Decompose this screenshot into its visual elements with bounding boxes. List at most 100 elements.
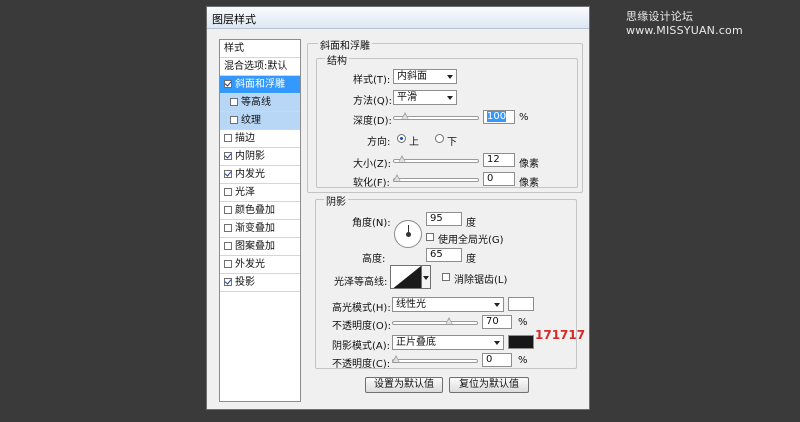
angle-dial[interactable] bbox=[394, 220, 422, 248]
size-unit: 像素 bbox=[519, 159, 539, 170]
slider-thumb[interactable] bbox=[393, 174, 401, 182]
style-item-bevel-emboss[interactable]: 斜面和浮雕 bbox=[220, 76, 300, 94]
blending-options-item[interactable]: 混合选项:默认 bbox=[220, 58, 300, 76]
highlight-mode-select[interactable]: 线性光 bbox=[392, 297, 504, 312]
highlight-opacity-slider[interactable] bbox=[392, 317, 478, 325]
size-label: 大小(Z): bbox=[353, 159, 392, 170]
soften-unit: 像素 bbox=[519, 178, 539, 189]
style-item-outer-glow[interactable]: 外发光 bbox=[220, 256, 300, 274]
checkbox[interactable] bbox=[224, 152, 232, 160]
checkbox[interactable] bbox=[230, 98, 238, 106]
dial-center bbox=[406, 232, 411, 237]
reset-default-button[interactable]: 复位为默认值 bbox=[449, 377, 529, 393]
altitude-unit: 度 bbox=[466, 254, 476, 265]
chevron-down-icon bbox=[494, 341, 500, 345]
layer-style-dialog: 图层样式 样式 混合选项:默认 斜面和浮雕 等高线 纹理 描边 内阴影 内发光 … bbox=[206, 6, 590, 410]
angle-unit: 度 bbox=[466, 218, 476, 229]
style-item-pattern-overlay[interactable]: 图案叠加 bbox=[220, 238, 300, 256]
technique-label: 方法(Q): bbox=[353, 96, 393, 107]
gloss-contour-dropdown[interactable] bbox=[422, 265, 431, 289]
antialias-checkbox[interactable] bbox=[442, 273, 450, 281]
color-annotation: 171717 bbox=[535, 328, 586, 342]
structure-group: 结构 样式(T): 内斜面 方法(Q): 平滑 深度(D): 100 % 方向:… bbox=[316, 52, 578, 189]
angle-value: 95 bbox=[430, 213, 443, 224]
style-item-inner-shadow[interactable]: 内阴影 bbox=[220, 148, 300, 166]
style-label: 样式(T): bbox=[353, 75, 391, 86]
style-item-contour[interactable]: 等高线 bbox=[220, 94, 300, 112]
style-item-satin[interactable]: 光泽 bbox=[220, 184, 300, 202]
depth-unit: % bbox=[519, 112, 529, 123]
styles-list: 样式 混合选项:默认 斜面和浮雕 等高线 纹理 描边 内阴影 内发光 光泽 颜色… bbox=[219, 39, 301, 402]
slider-thumb[interactable] bbox=[445, 317, 453, 325]
shadow-opacity-label: 不透明度(C): bbox=[332, 359, 391, 370]
size-value: 12 bbox=[487, 154, 500, 165]
depth-value: 100 bbox=[487, 111, 507, 122]
style-item-label: 外发光 bbox=[235, 259, 265, 270]
technique-select[interactable]: 平滑 bbox=[393, 90, 457, 105]
contour-curve-icon bbox=[393, 266, 421, 288]
soften-slider[interactable] bbox=[393, 174, 479, 182]
dialog-title: 图层样式 bbox=[212, 13, 256, 26]
checkbox[interactable] bbox=[224, 206, 232, 214]
make-default-button[interactable]: 设置为默认值 bbox=[365, 377, 443, 393]
highlight-color-swatch[interactable] bbox=[508, 297, 534, 311]
size-slider[interactable] bbox=[393, 155, 479, 163]
checkbox[interactable] bbox=[224, 134, 232, 142]
soften-value: 0 bbox=[487, 173, 494, 184]
slider-thumb[interactable] bbox=[398, 155, 406, 163]
shadow-color-swatch[interactable] bbox=[508, 335, 534, 349]
bevel-style-select[interactable]: 内斜面 bbox=[393, 69, 457, 84]
shadow-mode-label: 阴影模式(A): bbox=[332, 341, 391, 352]
bevel-emboss-group: 斜面和浮雕 结构 样式(T): 内斜面 方法(Q): 平滑 深度(D): 100… bbox=[307, 37, 583, 193]
depth-slider[interactable] bbox=[393, 112, 479, 120]
size-input[interactable]: 12 bbox=[483, 153, 515, 167]
direction-label: 方向: bbox=[367, 137, 391, 148]
shading-title: 阴影 bbox=[324, 193, 348, 208]
watermark: 思缘设计论坛 www.MISSYUAN.com bbox=[626, 10, 743, 37]
gloss-contour-preview[interactable] bbox=[390, 265, 422, 289]
checkbox[interactable] bbox=[224, 242, 232, 250]
soften-label: 软化(F): bbox=[353, 178, 390, 189]
shadow-opacity-input[interactable]: 0 bbox=[482, 353, 512, 367]
altitude-input[interactable]: 65 bbox=[426, 248, 462, 262]
global-light-label: 使用全局光(G) bbox=[438, 235, 504, 246]
style-item-texture[interactable]: 纹理 bbox=[220, 112, 300, 130]
technique-value: 平滑 bbox=[397, 92, 417, 103]
checkbox[interactable] bbox=[230, 116, 238, 124]
style-item-inner-glow[interactable]: 内发光 bbox=[220, 166, 300, 184]
checkbox[interactable] bbox=[224, 260, 232, 268]
slider-thumb[interactable] bbox=[401, 112, 409, 120]
depth-input[interactable]: 100 bbox=[483, 110, 515, 124]
style-item-label: 内阴影 bbox=[235, 151, 265, 162]
style-item-label: 内发光 bbox=[235, 169, 265, 180]
style-item-label: 图案叠加 bbox=[235, 241, 275, 252]
style-item-label: 光泽 bbox=[235, 187, 255, 198]
structure-title: 结构 bbox=[325, 52, 349, 67]
style-item-stroke[interactable]: 描边 bbox=[220, 130, 300, 148]
style-item-drop-shadow[interactable]: 投影 bbox=[220, 274, 300, 292]
soften-input[interactable]: 0 bbox=[483, 172, 515, 186]
chevron-down-icon bbox=[494, 303, 500, 307]
global-light-checkbox[interactable] bbox=[426, 233, 434, 241]
checkbox[interactable] bbox=[224, 188, 232, 196]
shadow-opacity-slider[interactable] bbox=[392, 355, 478, 363]
style-item-label: 颜色叠加 bbox=[235, 205, 275, 216]
checkbox[interactable] bbox=[224, 80, 232, 88]
checkbox[interactable] bbox=[224, 224, 232, 232]
checkbox[interactable] bbox=[224, 278, 232, 286]
title-bar[interactable]: 图层样式 bbox=[207, 7, 589, 29]
shadow-mode-value: 正片叠底 bbox=[396, 337, 436, 348]
style-item-gradient-overlay[interactable]: 渐变叠加 bbox=[220, 220, 300, 238]
direction-up-radio[interactable] bbox=[397, 134, 406, 143]
angle-input[interactable]: 95 bbox=[426, 212, 462, 226]
highlight-opacity-input[interactable]: 70 bbox=[482, 315, 512, 329]
style-item-label: 斜面和浮雕 bbox=[235, 79, 285, 90]
style-item-label: 渐变叠加 bbox=[235, 223, 275, 234]
style-item-label: 等高线 bbox=[241, 97, 271, 108]
direction-down-radio[interactable] bbox=[435, 134, 444, 143]
slider-thumb[interactable] bbox=[392, 355, 400, 363]
styles-header[interactable]: 样式 bbox=[220, 40, 300, 58]
checkbox[interactable] bbox=[224, 170, 232, 178]
shadow-mode-select[interactable]: 正片叠底 bbox=[392, 335, 504, 350]
style-item-color-overlay[interactable]: 颜色叠加 bbox=[220, 202, 300, 220]
